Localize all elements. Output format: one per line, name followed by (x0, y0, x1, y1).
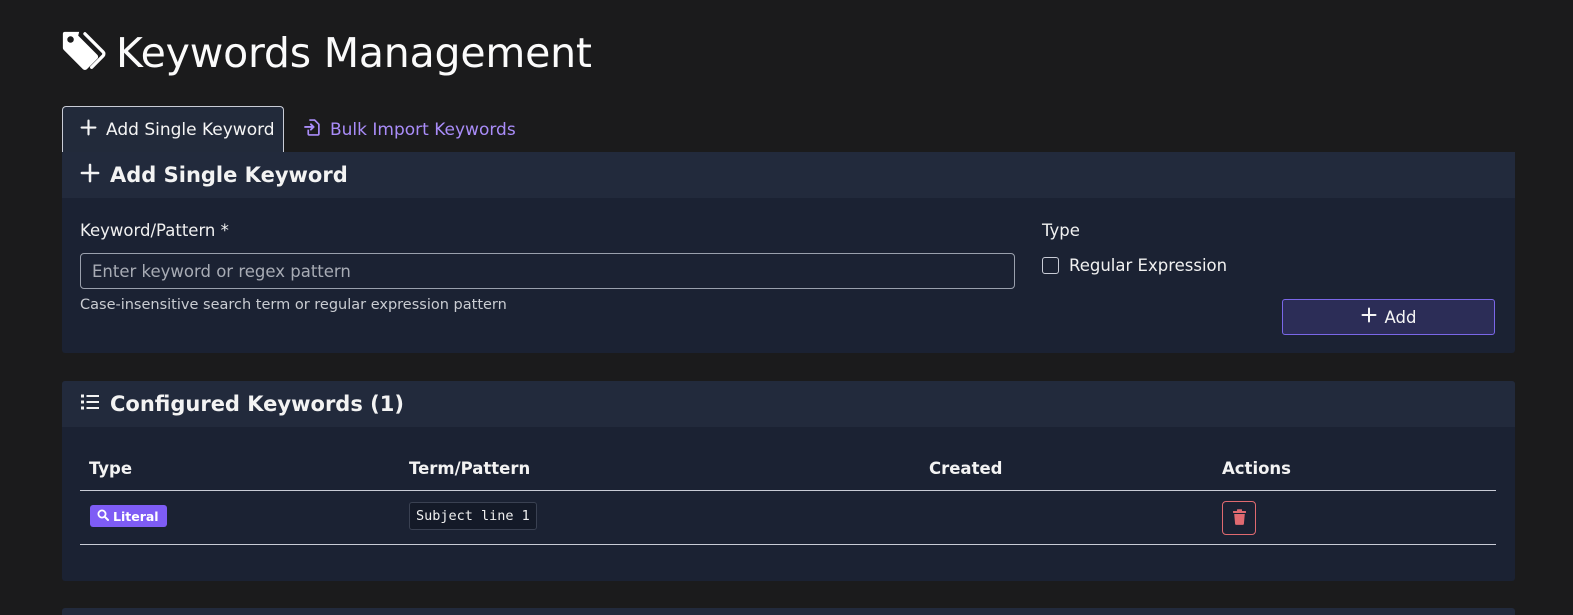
tab-label: Bulk Import Keywords (330, 119, 516, 140)
plus-icon (80, 119, 97, 141)
search-icon (97, 509, 109, 524)
regex-checkbox[interactable] (1042, 257, 1059, 274)
column-header-type: Type (89, 459, 133, 478)
add-button-label: Add (1384, 307, 1417, 327)
page-title: Keywords Management (116, 29, 592, 77)
card-title: Add Single Keyword (110, 163, 348, 187)
type-badge: Literal (90, 505, 167, 527)
add-button[interactable]: Add (1282, 299, 1495, 335)
column-header-term: Term/Pattern (409, 459, 531, 478)
plus-icon (80, 163, 100, 188)
trash-icon (1232, 508, 1247, 528)
column-header-actions: Actions (1222, 459, 1291, 478)
keyword-help-text: Case-insensitive search term or regular … (80, 297, 507, 313)
regex-checkbox-row[interactable]: Regular Expression (1042, 256, 1227, 275)
tab-add-single-keyword[interactable]: Add Single Keyword (62, 106, 284, 154)
table-header-row: Type Term/Pattern Created Actions (80, 457, 1496, 491)
keyword-input[interactable] (80, 253, 1015, 289)
delete-button[interactable] (1222, 501, 1256, 535)
type-label: Type (1042, 221, 1080, 240)
list-icon (80, 392, 100, 417)
add-keyword-card: Add Single Keyword Keyword/Pattern * Cas… (62, 152, 1515, 353)
next-card-edge (62, 608, 1515, 615)
page: Keywords Management Add Single Keyword B… (0, 0, 1573, 615)
tab-bulk-import-keywords[interactable]: Bulk Import Keywords (302, 106, 516, 153)
keyword-label: Keyword/Pattern * (80, 221, 229, 240)
card-header: Add Single Keyword (62, 152, 1515, 198)
type-badge-label: Literal (113, 508, 159, 524)
column-header-created: Created (929, 459, 1003, 478)
page-header: Keywords Management (60, 28, 592, 78)
term-pattern: Subject line 1 (409, 502, 537, 530)
configured-keywords-card: Configured Keywords (1) Type Term/Patter… (62, 381, 1515, 581)
card-header: Configured Keywords (1) (62, 381, 1515, 427)
regex-label: Regular Expression (1069, 256, 1228, 275)
keywords-table: Type Term/Pattern Created Actions Litera… (80, 457, 1496, 545)
tab-label: Add Single Keyword (106, 120, 275, 140)
plus-icon (1361, 307, 1377, 327)
card-title: Configured Keywords (1) (110, 392, 404, 416)
table-row: Literal Subject line 1 (80, 491, 1496, 545)
tags-icon (60, 28, 106, 78)
tab-bar: Add Single Keyword Bulk Import Keywords (62, 106, 1515, 154)
file-import-icon (304, 118, 321, 141)
